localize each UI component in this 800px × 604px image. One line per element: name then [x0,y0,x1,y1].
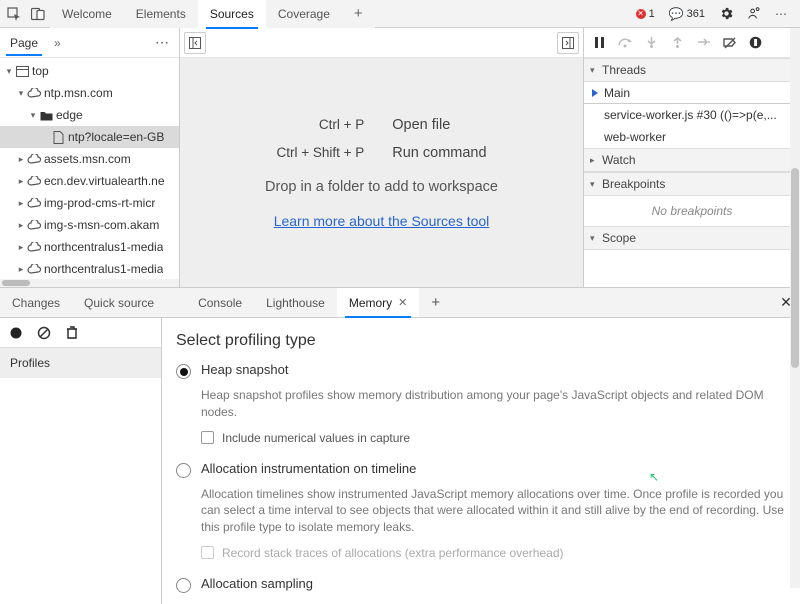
error-badge[interactable]: ✕1 [631,8,660,20]
tree-item[interactable]: ▸ecn.dev.virtualearth.ne [0,170,179,192]
tree-item[interactable]: ▾top [0,60,179,82]
message-count: 361 [687,8,705,20]
dtab-quicksource[interactable]: Quick source [72,288,166,317]
step-over-icon[interactable] [614,32,636,54]
debugger-pane: ▾Threads Main service-worker.js #30 (()=… [584,28,800,287]
account-icon[interactable] [742,2,766,26]
scope-section[interactable]: ▾Scope [584,226,800,250]
pause-icon[interactable] [588,32,610,54]
drop-hint: Drop in a folder to add to workspace [265,179,498,195]
navigator-menu-icon[interactable]: ⋯ [155,34,179,51]
deactivate-bp-icon[interactable] [718,32,740,54]
hide-navigator-icon[interactable] [184,32,206,54]
main-tabs: Welcome Elements Sources Coverage + [50,0,631,28]
add-tab-button[interactable]: + [342,0,375,28]
profiles-tab[interactable]: Profiles [0,348,161,378]
record-icon[interactable] [8,325,24,341]
clear-icon[interactable] [36,325,52,341]
option-checkbox-row[interactable]: Record stack traces of allocations (extr… [201,546,784,560]
drawer-add-tab[interactable]: + [419,288,452,317]
tree-item[interactable]: ▾ntp.msn.com [0,82,179,104]
drawer-tabs: Changes Quick source Console Lighthouse … [0,288,800,318]
window-scrollbar[interactable] [790,28,800,588]
more-icon[interactable]: ⋯ [770,2,794,26]
device-toggle-icon[interactable] [26,2,50,26]
navigator-more-icon[interactable]: » [48,36,67,50]
option-description: Allocation timelines show instrumented J… [201,486,784,536]
tab-elements[interactable]: Elements [124,0,198,28]
radio-icon[interactable] [176,578,191,593]
close-memory-icon[interactable]: ✕ [398,296,407,309]
tree-scrollbar[interactable] [0,279,179,287]
radio-icon[interactable] [176,463,191,478]
profiling-option[interactable]: Allocation sampling [176,576,784,593]
dtab-changes[interactable]: Changes [0,288,72,317]
tree-item[interactable]: ▸northcentralus1-media [0,258,179,279]
hint-val-0: Open file [392,117,486,133]
profiling-title: Select profiling type [176,332,784,350]
delete-icon[interactable] [64,325,80,341]
step-into-icon[interactable] [640,32,662,54]
learn-more-link[interactable]: Learn more about the Sources tool [274,213,490,229]
breakpoints-section[interactable]: ▾Breakpoints [584,172,800,196]
tab-coverage[interactable]: Coverage [266,0,342,28]
profiling-option[interactable]: Allocation instrumentation on timeline [176,461,784,478]
hint-val-1: Run command [392,145,486,161]
checkbox-icon[interactable] [201,431,214,444]
top-toolbar: Welcome Elements Sources Coverage + ✕1 💬… [0,0,800,28]
tree-item[interactable]: ▸assets.msn.com [0,148,179,170]
page-tab[interactable]: Page [0,30,48,56]
tree-item[interactable]: ▸img-s-msn-com.akam [0,214,179,236]
tree-item[interactable]: ntp?locale=en-GB [0,126,179,148]
step-icon[interactable] [692,32,714,54]
hide-debugger-icon[interactable] [557,32,579,54]
hint-key-0: Ctrl + P [276,117,364,132]
memory-settings: Select profiling type Heap snapshot Heap … [162,318,800,604]
profiling-option[interactable]: Heap snapshot [176,362,784,379]
source-editor: Ctrl + P Open file Ctrl + Shift + P Run … [180,28,584,287]
messages-badge[interactable]: 💬361 [664,7,710,21]
settings-icon[interactable] [714,2,738,26]
step-out-icon[interactable] [666,32,688,54]
file-tree: ▾top▾ntp.msn.com▾edgentp?locale=en-GB▸as… [0,58,179,279]
tree-item[interactable]: ▾edge [0,104,179,126]
option-checkbox-row[interactable]: Include numerical values in capture [201,431,784,445]
thread-main[interactable]: Main [584,82,800,104]
tree-item[interactable]: ▸northcentralus1-media [0,236,179,258]
tab-sources[interactable]: Sources [198,0,266,28]
option-description: Heap snapshot profiles show memory distr… [201,387,784,421]
inspect-icon[interactable] [2,2,26,26]
error-count: 1 [649,8,655,20]
memory-sidebar: Profiles [0,318,162,604]
pause-exceptions-icon[interactable] [744,32,766,54]
tree-item[interactable]: ▸img-prod-cms-rt-micr [0,192,179,214]
threads-section[interactable]: ▾Threads [584,58,800,82]
sources-navigator: Page » ⋯ ▾top▾ntp.msn.com▾edgentp?locale… [0,28,180,287]
radio-icon[interactable] [176,364,191,379]
dtab-lighthouse[interactable]: Lighthouse [254,288,337,317]
dtab-console[interactable]: Console [186,288,254,317]
hint-key-1: Ctrl + Shift + P [276,145,364,160]
watch-section[interactable]: ▸Watch [584,148,800,172]
tab-welcome[interactable]: Welcome [50,0,124,28]
checkbox-icon[interactable] [201,546,214,559]
no-breakpoints: No breakpoints [584,196,800,226]
thread-sw[interactable]: service-worker.js #30 (()=>p(e,... [584,104,800,126]
thread-ww[interactable]: web-worker [584,126,800,148]
dtab-memory[interactable]: Memory✕ [337,288,420,317]
